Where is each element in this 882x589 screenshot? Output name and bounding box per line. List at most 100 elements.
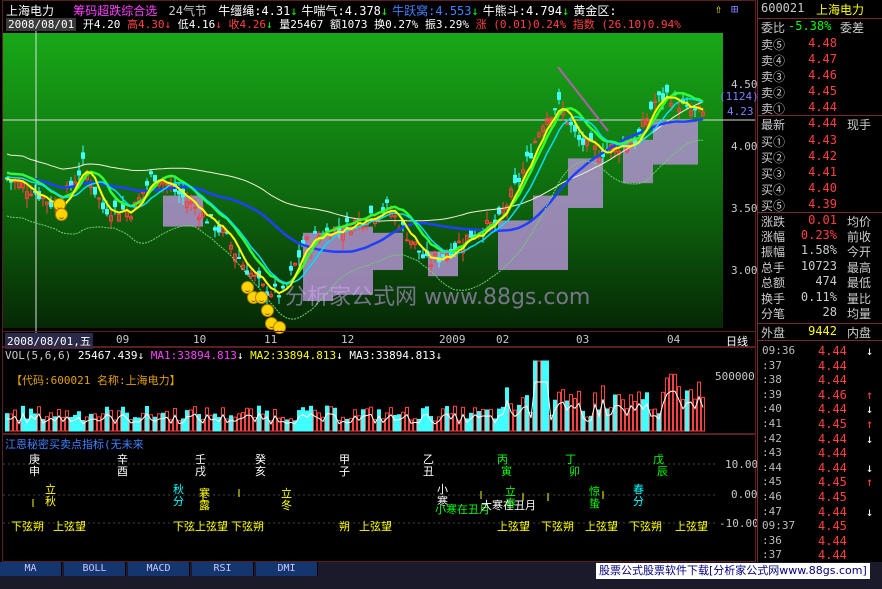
tab-ma[interactable]: MA [0,562,62,576]
tick-time: :38 [762,373,782,387]
sell-level-row[interactable]: 卖④ 4.47 [758,52,882,68]
tick-time: :37 [762,548,782,562]
level-label: 买③ [761,167,786,181]
smiley-icon [255,291,268,304]
ohlc-row: 2008/08/01 开4.20 高4.30↓ 低4.16↓ 收4.26↓ 量2… [6,18,681,31]
tick-time: :46 [762,490,782,503]
ohlc-amount: 额1073 [329,18,368,31]
indicator-panel[interactable]: 江恩秘密买卖点指标(无未来 10.00 0.00 -10.00 庚申辛酉壬戌癸亥… [2,434,759,562]
date-axis-label: 03 [576,333,590,346]
tick-row: :47 4.44 ↓ [758,505,882,521]
tab-macd[interactable]: MACD [128,562,190,576]
tick-time: 09:36 [762,344,796,357]
level-price: 0.01 [808,213,837,227]
tick-price: 4.44 [818,504,847,519]
date-axis-label: 09 [116,333,130,346]
tick-price: 4.45 [818,475,847,490]
date-axis-label: 2009 [439,333,466,346]
level-price: 4.45 [808,84,837,98]
date-axis-label: 04 [667,333,681,346]
tick-row: :45 4.45 ↑ [758,475,882,491]
level-label: 买④ [761,183,786,197]
sell-level-row[interactable]: 卖① 4.44 [758,100,882,116]
collapse-icon[interactable]: ⇧ [715,2,722,16]
buy-level-row[interactable]: 买④ 4.40 [758,181,882,197]
stat-row[interactable]: 分笔 28 均量 [758,305,882,321]
moon-phase-label: 上弦望 [675,520,708,533]
tick-time: :42 [762,431,782,445]
solar-term-label: 分 [173,495,184,508]
buy-level-row[interactable]: 买① 4.43 [758,133,882,149]
watermark: 分析家公式网 www.88gs.com [285,285,591,310]
stat-right-label: 均量 [846,307,871,321]
moon-phase-label: 下弦上弦望 [173,520,228,533]
buy-level-row[interactable]: 买⑤ 4.39 [758,197,882,213]
stat-row[interactable]: 振幅 1.58% 今开 [758,243,882,259]
tab-dmi[interactable]: DMI [256,562,318,576]
moon-phase-label: 下弦朔 [11,520,44,533]
tick-list[interactable]: 09:36 4.44 ↓:37 4.44:38 4.44:39 4.46 ↑:40 4.44 ↓… [758,340,882,562]
stat-row[interactable]: 涨幅 0.23% 前收 [758,228,882,244]
level-price: 4.46 [808,68,837,82]
level-label: 总额 [761,276,786,290]
inner-label: 内盘 [846,326,871,340]
tick-price: 4.44 [818,533,847,548]
ganzhi-label: 子 [339,465,350,478]
tab-rsi[interactable]: RSI [192,562,254,576]
down-arrow-icon: ↓ [866,402,874,417]
date-axis-label: 12 [341,333,355,346]
level-price: 4.47 [808,52,837,66]
tick-row: :37 4.44 [758,359,882,375]
level-label: 卖② [761,86,786,100]
buy-level-row[interactable]: 买② 4.42 [758,149,882,165]
ganzhi-label: 酉 [117,465,128,478]
footer-ad[interactable]: 股票公式股票软件下载[分析家公式网www.88gs.com] [596,563,870,579]
tick-price: 4.44 [818,446,847,461]
ohlc-open: 开4.20 [82,18,121,31]
tab-boll[interactable]: BOLL [64,562,126,576]
moon-phase-label: 下弦朔 [231,520,264,533]
window-icon[interactable]: ⊞ [731,2,738,16]
level-price: 0.11% [800,289,837,304]
sell-level-row[interactable]: 卖② 4.45 [758,84,882,100]
ganzhi-label: 卯 [569,465,580,478]
buy-level-row[interactable]: 买③ 4.41 [758,165,882,181]
stock-terminal: 上海电力 筹码超跌综合选 24气节 牛缰绳:4.31↓ 牛喘气:4.378↓ 牛跃窝… [0,0,882,589]
ohlc-close: 收4.26 [228,18,266,31]
tick-price: 4.46 [818,387,847,402]
tick-row: :36 4.44 [758,534,882,550]
stat-right-label: 最高 [846,260,871,275]
tick-price: 4.44 [818,373,847,388]
moon-phase-label: 上弦望 [497,520,530,533]
date-axis-label: 10 [193,333,207,346]
level-price: 1.58% [800,243,837,257]
moon-phase-label: 朔 [339,520,350,533]
up-arrow-icon: ↑ [866,475,874,490]
stat-row[interactable]: 总额 474 最低 [758,274,882,290]
ohlc-date: 2008/08/01 [6,18,77,31]
sell-level-row[interactable]: 卖③ 4.46 [758,68,882,84]
date-axis: 2008/08/01,五 09 10 11 12 2009 02 03 04 日… [3,331,755,349]
tick-price: 4.45 [818,417,847,431]
level-label: 买① [761,135,786,149]
price-axis-label-4: 3.00 [731,264,758,277]
tick-row: :46 4.45 [758,490,882,506]
smiley-icon [261,304,274,317]
up-arrow-icon: ↑ [866,387,874,402]
tick-row: :38 4.44 [758,373,882,389]
tick-price: 4.44 [818,460,847,475]
ohlc-turnover: 换0.27% [374,18,419,31]
tick-row: :43 4.44 [758,446,882,462]
stat-row[interactable]: 换手 0.11% 量比 [758,290,882,306]
stat-row[interactable]: 涨跌 0.01 均价 [758,212,882,229]
tick-time: 09:37 [762,519,796,533]
volume-panel[interactable]: VOL(5,6,6) 25467.439↓ MA1:33894.813↓ MA2… [2,347,756,434]
sell-level-row[interactable]: 卖⑤ 4.48 [758,36,882,52]
stat-row[interactable]: 总手 10723 最高 [758,259,882,275]
stat-right-label: 今开 [846,245,871,259]
price-chart-panel[interactable]: 上海电力 筹码超跌综合选 24气节 牛缰绳:4.31↓ 牛喘气:4.378↓ 牛跃窝… [2,0,759,349]
level-label: 买② [761,151,786,165]
price-marker-label: (1124) [719,90,759,103]
level-label: 卖⑤ [761,38,786,52]
tick-row: :39 4.46 ↑ [758,388,882,404]
